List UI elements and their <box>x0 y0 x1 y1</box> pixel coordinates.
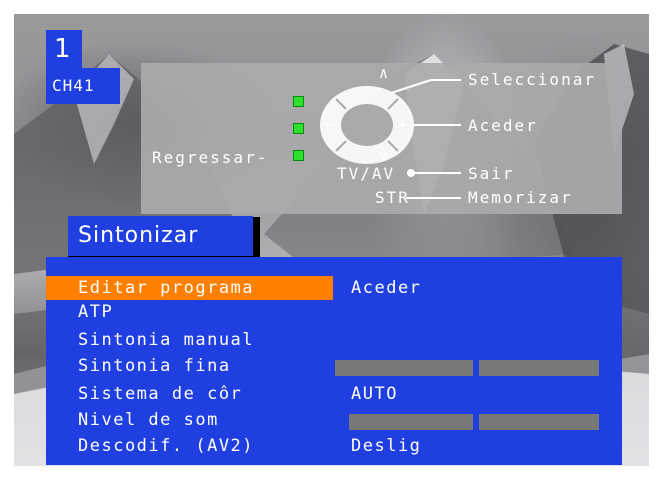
fine-tuning-bar-right[interactable] <box>479 360 599 376</box>
help-select-label: Seleccionar <box>468 70 596 89</box>
dpad-plus-symbol: + <box>398 115 411 135</box>
help-tvav-label: TV/AV <box>337 164 396 183</box>
green-indicator-icon <box>293 123 304 134</box>
dpad-minus-symbol: − <box>324 115 337 135</box>
green-indicator-icon <box>293 150 304 161</box>
menu-item-label[interactable]: Editar programa <box>46 276 333 300</box>
sound-level-bar-left[interactable] <box>349 414 473 430</box>
help-back-label: Regressar- <box>152 148 269 167</box>
help-access-label: Aceder <box>468 116 538 135</box>
channel-number: 1 <box>46 30 82 68</box>
sound-level-bar-right[interactable] <box>479 414 599 430</box>
menu-item-label[interactable]: Nivel de som <box>46 408 333 432</box>
menu-item-label[interactable]: Sintonia fina <box>46 354 333 378</box>
menu-item-sistema-de-cor[interactable]: Sistema de côr AUTO <box>46 381 622 407</box>
menu-item-label[interactable]: Sistema de côr <box>46 382 333 406</box>
menu-item-value: AUTO <box>351 384 398 404</box>
menu-item-sintonia-fina[interactable]: Sintonia fina <box>46 353 622 379</box>
dpad-up-symbol: ∧ <box>379 64 391 82</box>
menu-item-label[interactable]: ATP <box>46 300 333 324</box>
menu-item-label[interactable]: Sintonia manual <box>46 328 333 352</box>
menu-item-value: Deslig <box>351 436 422 456</box>
menu-item-nivel-de-som[interactable]: Nivel de som <box>46 407 622 433</box>
menu-item-sintonia-manual[interactable]: Sintonia manual <box>46 327 622 353</box>
help-str-label: STR <box>375 188 410 207</box>
help-memorize-label: Memorizar <box>468 188 573 207</box>
fine-tuning-bar-left[interactable] <box>335 360 473 376</box>
remote-help-panel: ∧ ∨ − + Seleccionar Aceder Regressar- TV… <box>141 63 622 214</box>
menu-item-editar-programa[interactable]: Editar programa Aceder <box>46 275 622 301</box>
help-exit-label: Sair <box>468 164 515 183</box>
menu-item-value: Aceder <box>351 278 422 298</box>
menu-item-label[interactable]: Descodif. (AV2) <box>46 434 333 458</box>
green-indicator-icon <box>293 96 304 107</box>
menu-title: Sintonizar <box>68 216 253 256</box>
tuning-menu: Editar programa Aceder ATP Sintonia manu… <box>46 257 622 465</box>
menu-item-descodif-av2[interactable]: Descodif. (AV2) Deslig <box>46 433 622 459</box>
menu-item-atp[interactable]: ATP <box>46 299 622 325</box>
dpad-down-symbol: ∨ <box>379 147 391 165</box>
channel-name: CH41 <box>46 68 120 104</box>
